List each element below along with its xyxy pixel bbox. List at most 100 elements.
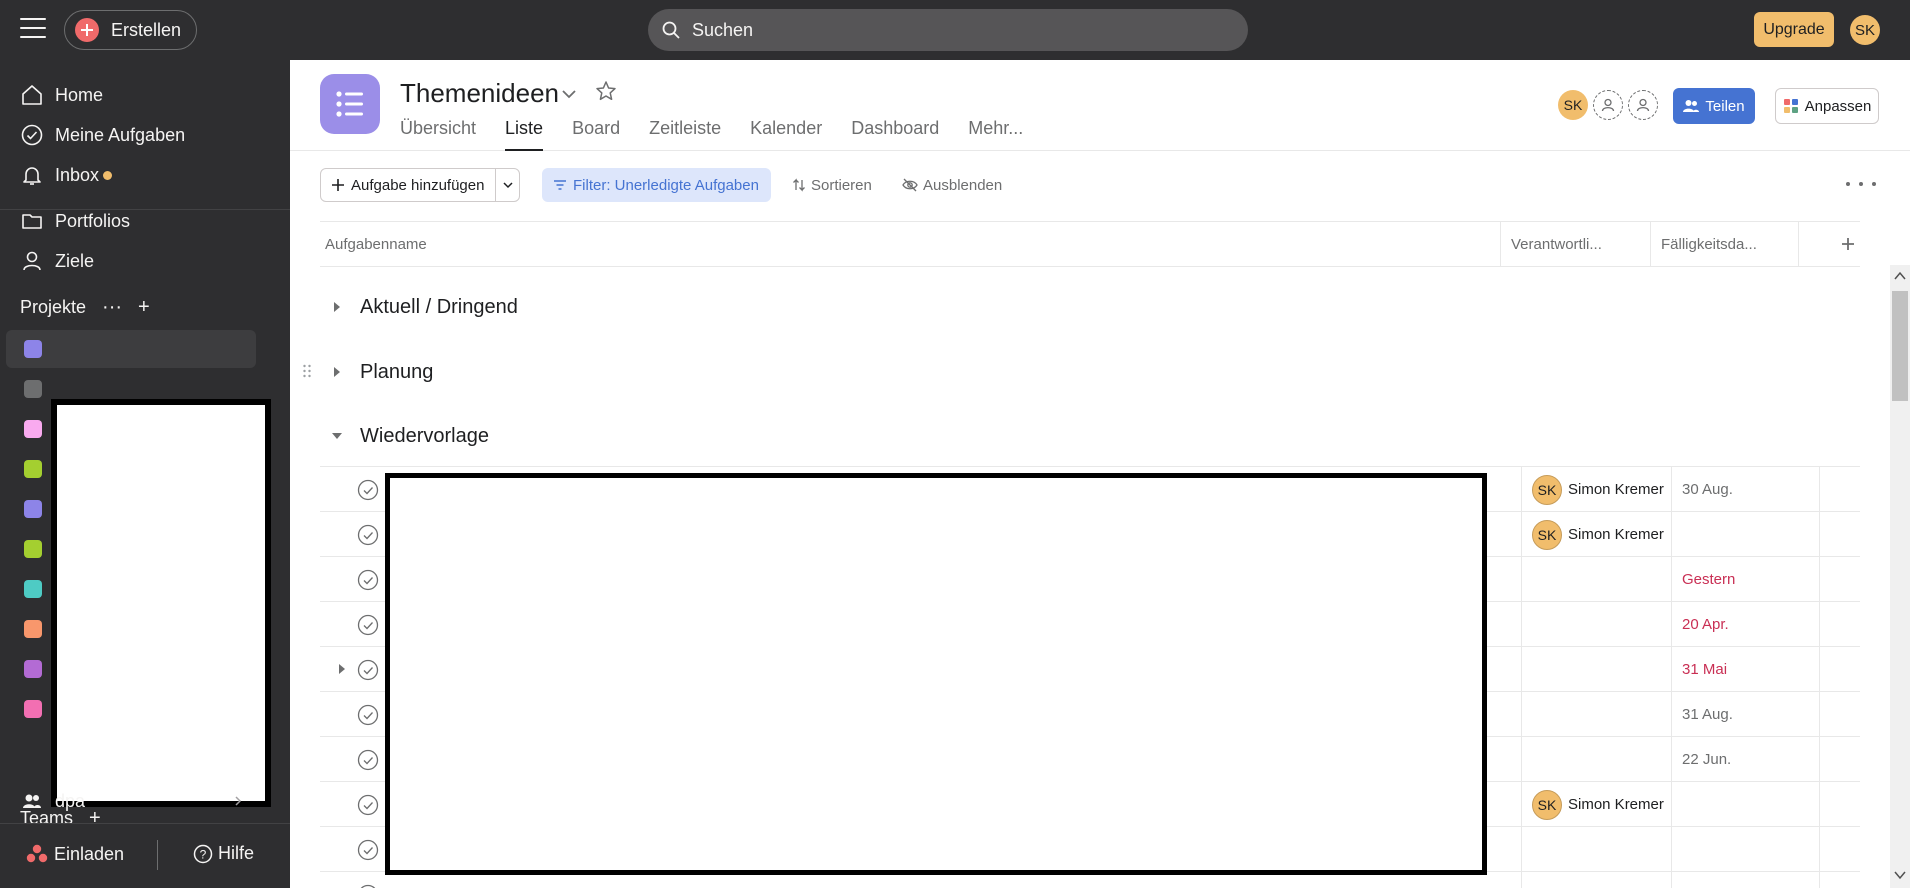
help-icon: ?	[193, 844, 213, 863]
customize-label: Anpassen	[1804, 97, 1872, 115]
tab-dashboard[interactable]: Dashboard	[851, 118, 939, 151]
due-date-cell[interactable]	[1671, 782, 1820, 827]
assignee-cell[interactable]	[1521, 647, 1671, 692]
tab-calendar[interactable]: Kalender	[750, 118, 822, 151]
section-header[interactable]: Planung	[330, 352, 433, 392]
chevron-down-icon[interactable]	[560, 85, 578, 103]
sidebar-item-inbox[interactable]: Inbox	[0, 156, 290, 194]
hide-button[interactable]: Ausblenden	[902, 168, 1002, 202]
sidebar-item-label: Portfolios	[55, 210, 131, 231]
assignee-name: Simon Kremer	[1568, 481, 1664, 498]
filter-button[interactable]: Filter: Unerledigte Aufgaben	[542, 168, 771, 202]
sidebar-item-goals[interactable]: Ziele	[0, 242, 290, 280]
help-button[interactable]: ? Hilfe	[193, 843, 254, 864]
upgrade-button[interactable]: Upgrade	[1754, 12, 1834, 47]
add-member-avatar[interactable]	[1628, 90, 1658, 120]
assignee-cell[interactable]	[1521, 872, 1671, 888]
project-color-icon	[24, 620, 42, 638]
assignee-cell[interactable]	[1521, 602, 1671, 647]
due-date-cell[interactable]	[1671, 827, 1820, 872]
add-task-main[interactable]: Aufgabe hinzufügen	[321, 169, 496, 201]
menu-icon[interactable]	[20, 18, 46, 40]
sidebar-footer: Einladen ? Hilfe	[0, 823, 290, 888]
column-header-due-date[interactable]: Fälligkeitsda...	[1650, 222, 1799, 266]
search-input[interactable]: Suchen	[648, 9, 1248, 51]
check-circle-icon[interactable]	[357, 569, 379, 591]
add-task-dropdown[interactable]	[496, 169, 519, 201]
due-date-cell[interactable]: 22 Jun.	[1671, 737, 1820, 782]
due-date-cell[interactable]: 30 Aug.	[1671, 467, 1820, 512]
assignee-cell[interactable]	[1521, 692, 1671, 737]
sidebar-item-label: Ziele	[55, 250, 95, 271]
sidebar-item-home[interactable]: Home	[0, 76, 290, 114]
unread-dot	[103, 171, 112, 180]
redacted-task-names	[385, 473, 1487, 875]
add-column-icon[interactable]	[1838, 234, 1858, 254]
share-button[interactable]: Teilen	[1673, 88, 1755, 124]
due-date-cell[interactable]	[1671, 512, 1820, 557]
sort-button[interactable]: Sortieren	[792, 168, 872, 202]
tab-more[interactable]: Mehr...	[968, 118, 1023, 151]
more-icon[interactable]: ···	[102, 296, 122, 319]
check-circle-icon[interactable]	[357, 839, 379, 861]
assignee-cell[interactable]: SK Simon Kremer	[1521, 512, 1671, 557]
sidebar-project[interactable]	[6, 330, 256, 368]
invite-button[interactable]: Einladen	[26, 843, 124, 865]
tab-board[interactable]: Board	[572, 118, 620, 151]
customize-button[interactable]: Anpassen	[1775, 88, 1879, 124]
assignee-cell[interactable]: SK Simon Kremer	[1521, 467, 1671, 512]
column-header-name[interactable]: Aufgabenname	[320, 222, 1500, 266]
check-circle-icon[interactable]	[357, 479, 379, 501]
scroll-up-icon[interactable]	[1894, 271, 1906, 281]
top-bar: Erstellen Suchen Upgrade SK	[0, 0, 1910, 60]
sort-label: Sortieren	[811, 176, 872, 194]
member-avatar[interactable]: SK	[1558, 90, 1588, 120]
search-placeholder: Suchen	[692, 19, 754, 40]
scroll-down-icon[interactable]	[1894, 870, 1906, 880]
add-member-avatar[interactable]	[1593, 90, 1623, 120]
assignee-cell[interactable]	[1521, 737, 1671, 782]
people-icon	[1683, 100, 1700, 112]
create-button[interactable]: Erstellen	[64, 10, 197, 50]
user-avatar[interactable]: SK	[1850, 15, 1880, 45]
check-circle-icon[interactable]	[357, 749, 379, 771]
add-task-button[interactable]: Aufgabe hinzufügen	[320, 168, 520, 202]
project-color-icon	[24, 540, 42, 558]
check-circle-icon[interactable]	[357, 704, 379, 726]
vertical-scrollbar[interactable]	[1890, 265, 1910, 888]
due-date-cell[interactable]: 31 Mai	[1671, 647, 1820, 692]
check-circle-icon[interactable]	[357, 524, 379, 546]
create-label: Erstellen	[111, 19, 182, 40]
project-color-icon	[24, 660, 42, 678]
check-circle-icon[interactable]	[357, 884, 379, 888]
assignee-cell[interactable]	[1521, 827, 1671, 872]
share-label: Teilen	[1705, 97, 1745, 115]
due-date-cell[interactable]: Gestern	[1671, 557, 1820, 602]
caret-right-icon[interactable]	[336, 663, 348, 675]
more-options-icon[interactable]	[1846, 174, 1876, 194]
section-header[interactable]: Aktuell / Dringend	[330, 287, 518, 327]
section-header[interactable]: Wiedervorlage	[330, 416, 489, 456]
tab-overview[interactable]: Übersicht	[400, 118, 476, 151]
star-icon[interactable]	[595, 80, 617, 102]
tab-timeline[interactable]: Zeitleiste	[649, 118, 721, 151]
scrollbar-thumb[interactable]	[1892, 291, 1908, 401]
column-header-assignee[interactable]: Verantwortli...	[1500, 222, 1650, 266]
sidebar-item-my-tasks[interactable]: Meine Aufgaben	[0, 116, 290, 154]
due-date-cell[interactable]	[1671, 872, 1820, 888]
tab-list[interactable]: Liste	[505, 118, 544, 151]
hide-label: Ausblenden	[923, 176, 1003, 194]
check-circle-icon[interactable]	[357, 614, 379, 636]
drag-handle-icon[interactable]	[302, 364, 312, 378]
due-date-cell[interactable]: 31 Aug.	[1671, 692, 1820, 737]
add-project-icon[interactable]: +	[138, 296, 150, 319]
sidebar-item-team[interactable]: dpa	[0, 782, 290, 820]
check-circle-icon[interactable]	[357, 659, 379, 681]
sidebar-item-label: Home	[55, 84, 104, 105]
check-circle-icon[interactable]	[357, 794, 379, 816]
assignee-cell[interactable]: SK Simon Kremer	[1521, 782, 1671, 827]
due-date-cell[interactable]: 20 Apr.	[1671, 602, 1820, 647]
sidebar-item-portfolios[interactable]: Portfolios	[0, 202, 290, 240]
sidebar-item-label: Inbox	[55, 164, 100, 185]
assignee-cell[interactable]	[1521, 557, 1671, 602]
